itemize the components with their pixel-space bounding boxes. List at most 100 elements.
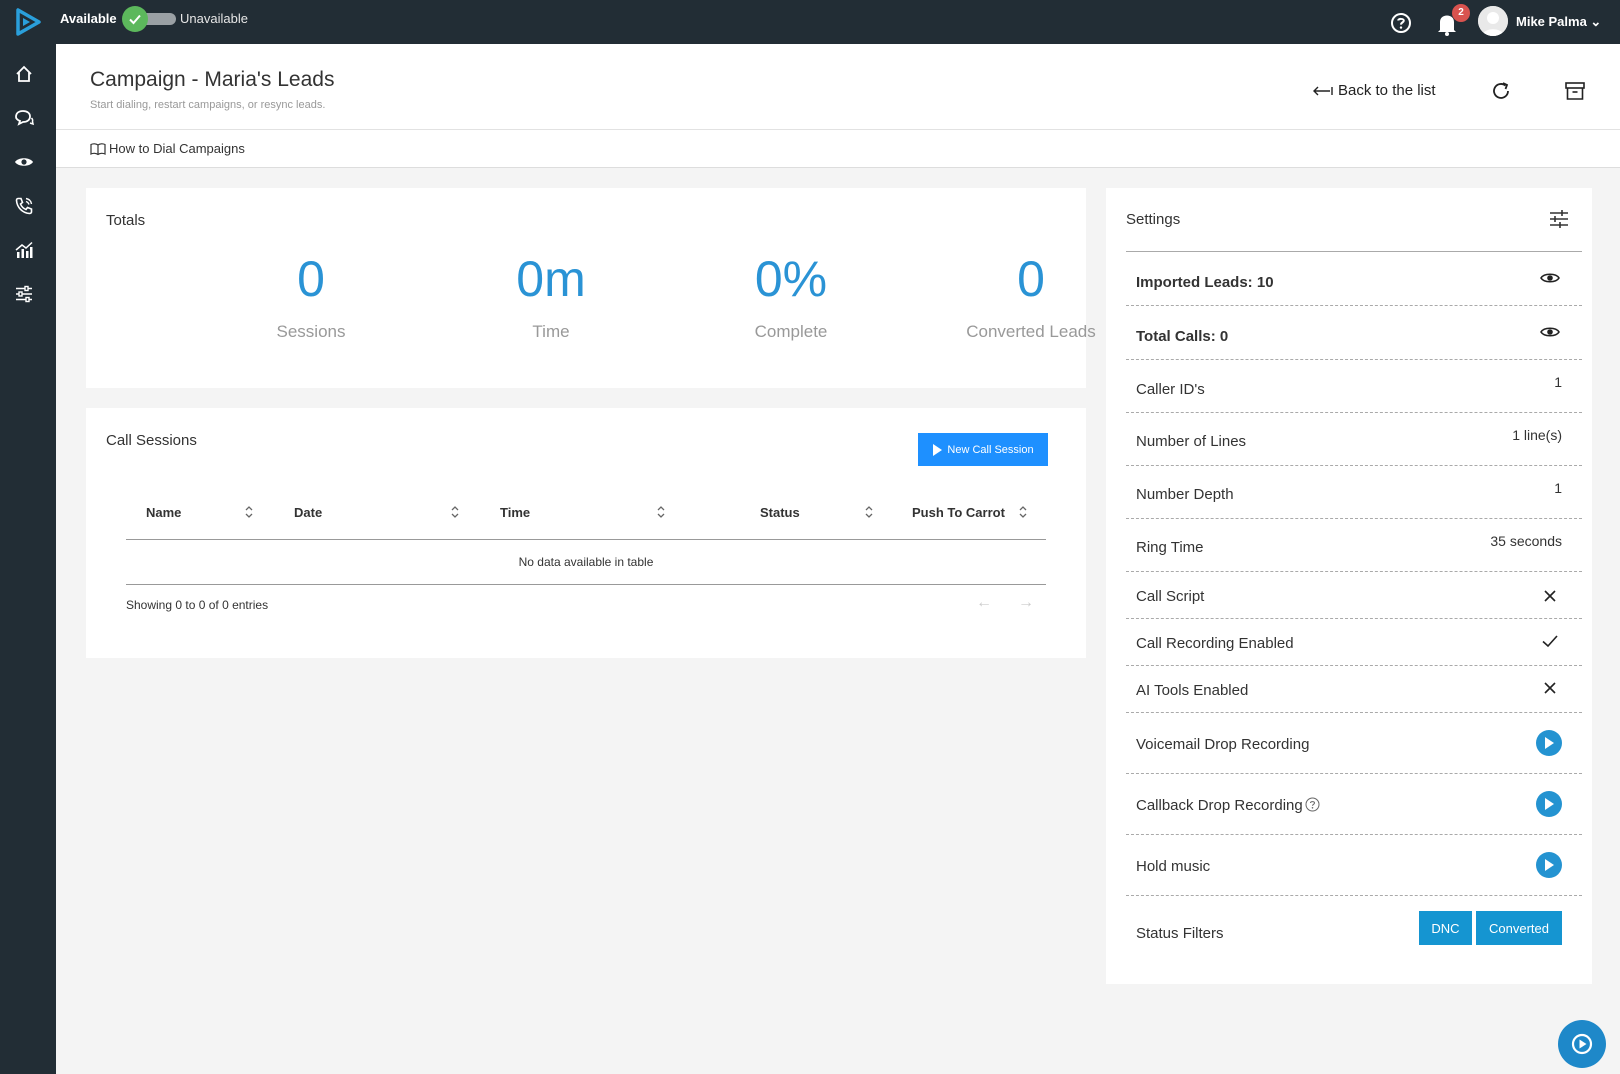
setting-value: 35 seconds (1490, 533, 1562, 549)
analytics-icon[interactable] (14, 240, 34, 260)
setting-status-filters: Status Filters DNC Converted (1126, 896, 1582, 968)
page-header: Campaign - Maria's Leads Start dialing, … (56, 44, 1620, 130)
close-icon (1544, 682, 1556, 694)
previous-page-button[interactable]: ← (976, 594, 992, 612)
stat-time: 0m Time (431, 252, 671, 342)
available-label[interactable]: Available (60, 11, 117, 26)
setting-value: 1 (1554, 480, 1562, 496)
column-status[interactable]: Status (760, 505, 800, 520)
how-to-dial-link[interactable]: How to Dial Campaigns (90, 141, 245, 156)
app-logo-icon[interactable] (14, 8, 42, 36)
eye-icon[interactable] (1540, 268, 1560, 288)
entries-info: Showing 0 to 0 of 0 entries (126, 598, 269, 612)
call-sessions-title: Call Sessions (106, 432, 197, 449)
question-circle-icon[interactable] (1305, 797, 1320, 812)
setting-total-calls: Total Calls: 0 (1126, 306, 1582, 360)
setting-label: Hold music (1136, 858, 1211, 875)
play-icon (1545, 798, 1554, 810)
call-sessions-card: Call Sessions New Call Session Name Date… (86, 408, 1086, 658)
avatar[interactable] (1478, 6, 1508, 36)
column-date[interactable]: Date (294, 505, 322, 520)
setting-callback-drop: Callback Drop Recording (1126, 774, 1582, 835)
app-logo-icon (1571, 1033, 1593, 1055)
user-menu[interactable]: Mike Palma ⌄ (1516, 14, 1601, 30)
play-voicemail-button[interactable] (1536, 730, 1562, 756)
settings-card: Settings Imported Leads: 10 Total Calls:… (1106, 188, 1592, 984)
stat-value: 0m (516, 251, 586, 307)
column-push-to-carrot[interactable]: Push To Carrot (912, 505, 1005, 520)
setting-label: Call Script (1136, 588, 1205, 605)
setting-label: AI Tools Enabled (1136, 682, 1249, 699)
new-call-session-label: New Call Session (947, 443, 1034, 456)
top-bar: Available Unavailable 2 Mike Palma ⌄ (0, 0, 1620, 44)
setting-ai-tools: AI Tools Enabled (1126, 666, 1582, 713)
totals-card: Totals 0 Sessions 0m Time 0% Complete 0 … (86, 188, 1096, 388)
page-title: Campaign - Maria's Leads (90, 68, 335, 91)
setting-label: Voicemail Drop Recording (1136, 736, 1310, 753)
call-sessions-table: Name Date Time Status Push To Carrot No … (126, 488, 1046, 585)
setting-value: 1 line(s) (1512, 427, 1562, 443)
setting-call-script: Call Script (1126, 572, 1582, 619)
play-callback-button[interactable] (1536, 791, 1562, 817)
play-icon (1545, 859, 1554, 871)
eye-icon[interactable] (14, 152, 34, 172)
setting-label: Number Depth (1136, 486, 1234, 503)
check-icon (129, 14, 141, 25)
next-page-button[interactable]: → (1018, 594, 1034, 612)
sub-navigation: How to Dial Campaigns (56, 130, 1620, 168)
phone-icon[interactable] (14, 196, 34, 216)
sort-icon[interactable] (244, 504, 254, 520)
back-to-list-link[interactable]: Back to the list (1312, 82, 1436, 99)
chat-widget-button[interactable] (1558, 1020, 1606, 1068)
back-to-list-label: Back to the list (1338, 82, 1436, 99)
new-call-session-button[interactable]: New Call Session (918, 433, 1048, 466)
help-icon[interactable] (1390, 12, 1412, 34)
settings-sliders-icon[interactable] (14, 284, 34, 304)
column-name[interactable]: Name (146, 505, 181, 520)
pagination: ← → (976, 594, 1034, 612)
stat-sessions: 0 Sessions (191, 252, 431, 342)
column-time[interactable]: Time (500, 505, 530, 520)
play-icon (933, 443, 943, 456)
setting-label: Ring Time (1136, 539, 1204, 556)
user-silhouette-icon (1478, 6, 1508, 36)
setting-label: Imported Leads: 10 (1136, 274, 1274, 291)
sort-icon[interactable] (450, 504, 460, 520)
setting-value: 1 (1554, 374, 1562, 390)
how-to-dial-label: How to Dial Campaigns (109, 141, 245, 156)
refresh-icon[interactable] (1490, 80, 1512, 102)
chat-icon[interactable] (14, 108, 34, 128)
setting-imported-leads: Imported Leads: 10 (1126, 252, 1582, 306)
play-icon (1545, 737, 1554, 749)
settings-title: Settings (1126, 211, 1181, 228)
home-icon[interactable] (14, 64, 34, 84)
archive-icon[interactable] (1564, 80, 1586, 102)
setting-hold-music: Hold music (1126, 835, 1582, 896)
book-icon (90, 142, 106, 155)
sort-icon[interactable] (1018, 504, 1028, 520)
settings-sliders-icon[interactable] (1548, 208, 1570, 230)
page-subtitle: Start dialing, restart campaigns, or res… (90, 99, 326, 111)
stat-complete: 0% Complete (671, 252, 911, 342)
empty-table-message: No data available in table (126, 540, 1046, 585)
setting-label: Call Recording Enabled (1136, 635, 1294, 652)
setting-number-of-lines: Number of Lines 1 line(s) (1126, 413, 1582, 466)
play-hold-music-button[interactable] (1536, 852, 1562, 878)
unavailable-label[interactable]: Unavailable (180, 11, 248, 26)
setting-label: Total Calls: 0 (1136, 328, 1229, 345)
sidebar (0, 44, 56, 1074)
close-icon (1544, 590, 1556, 602)
availability-toggle[interactable] (122, 6, 176, 32)
status-filter-converted[interactable]: Converted (1476, 911, 1562, 945)
status-filter-dnc[interactable]: DNC (1419, 911, 1472, 945)
eye-icon[interactable] (1540, 322, 1560, 342)
setting-call-recording: Call Recording Enabled (1126, 619, 1582, 666)
sort-icon[interactable] (656, 504, 666, 520)
sort-icon[interactable] (864, 504, 874, 520)
setting-label: Callback Drop Recording (1136, 797, 1303, 814)
setting-label: Number of Lines (1136, 433, 1247, 450)
setting-number-depth: Number Depth 1 (1126, 466, 1582, 519)
setting-caller-ids: Caller ID's 1 (1126, 360, 1582, 413)
totals-title: Totals (106, 212, 146, 229)
stat-value: 0 (297, 251, 325, 307)
